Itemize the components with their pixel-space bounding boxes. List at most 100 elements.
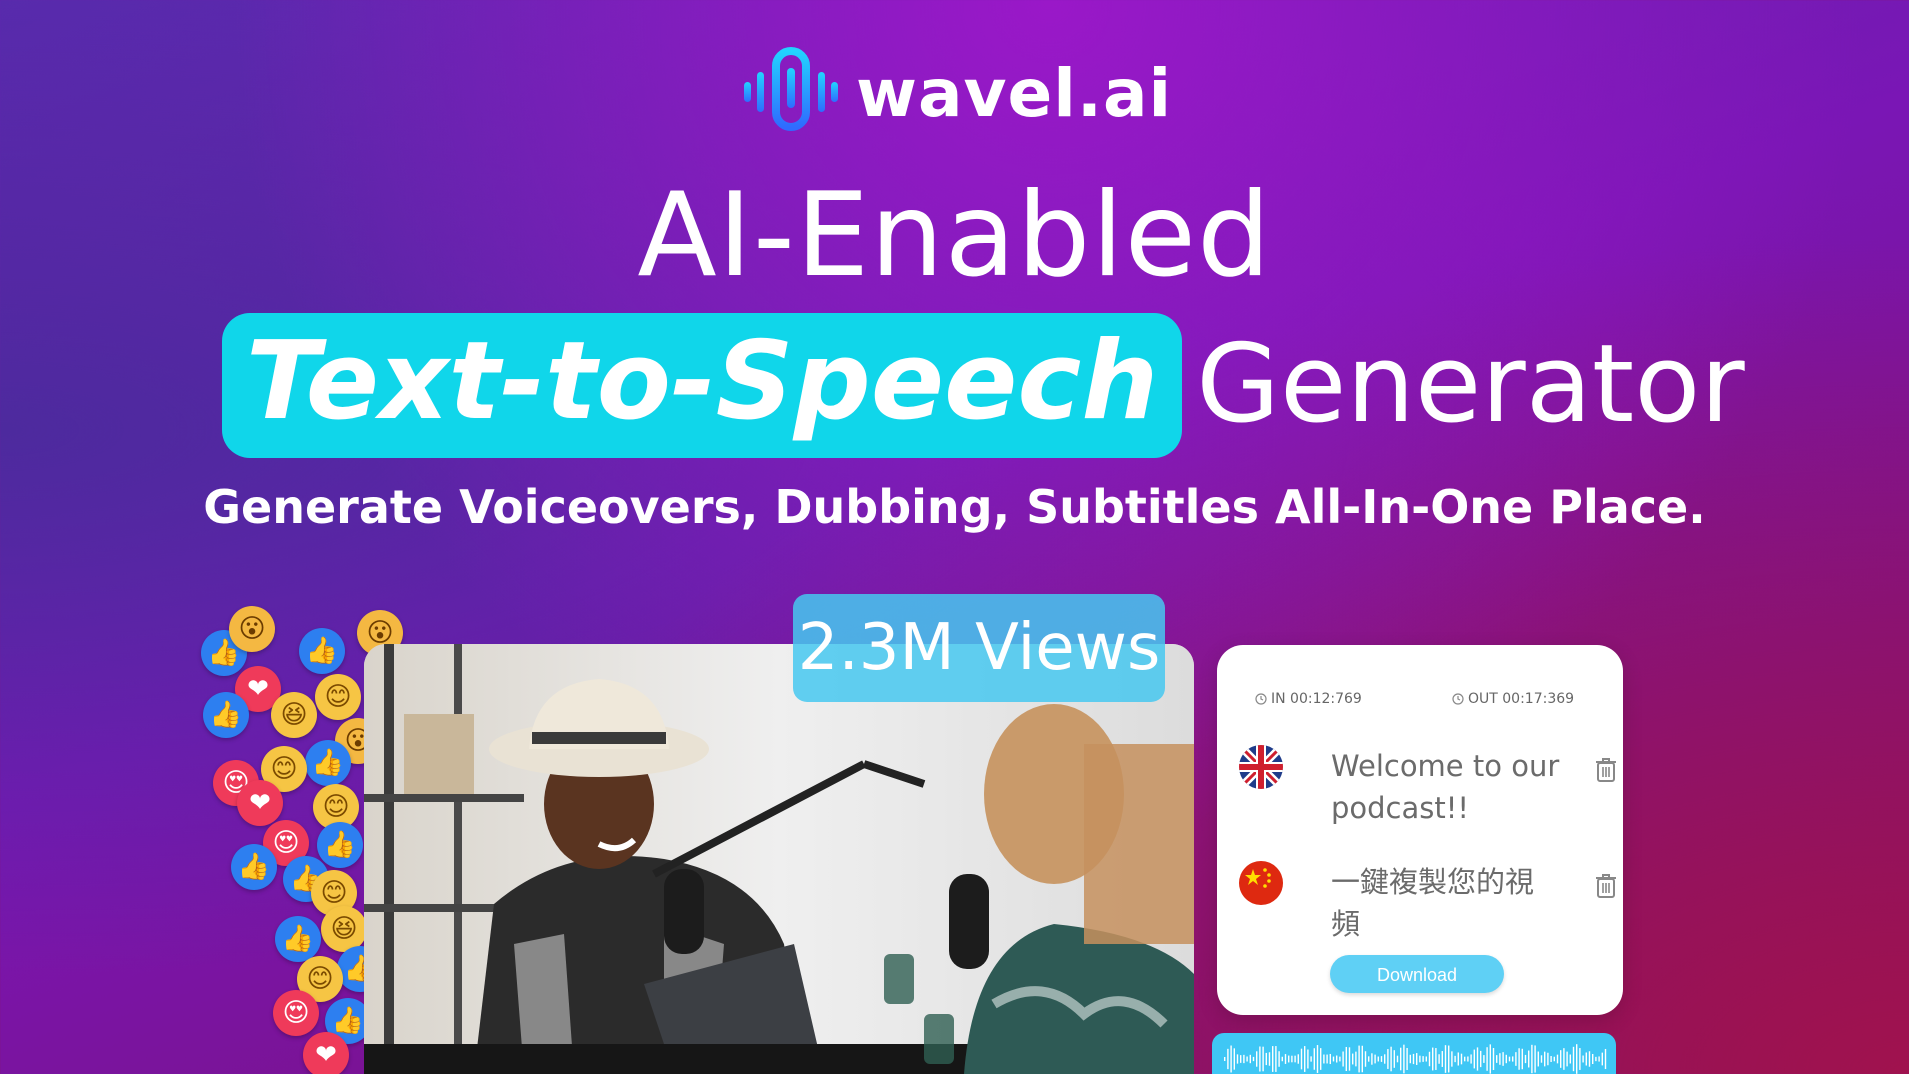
headline-generator: Generator [1196, 322, 1745, 447]
waveform-bar [1236, 1054, 1239, 1064]
waveform-bar [1582, 1055, 1584, 1063]
waveform-bar [1390, 1046, 1392, 1072]
like-reaction-icon: 👍 [305, 740, 351, 786]
waveform-bar [1393, 1050, 1395, 1068]
waveform-bar [1268, 1052, 1271, 1066]
uk-flag-icon [1239, 745, 1283, 789]
waveform-bar [1592, 1053, 1594, 1065]
waveform-bar [1368, 1056, 1370, 1062]
waveform-bar [1601, 1052, 1603, 1066]
waveform-bar [1467, 1056, 1469, 1062]
waveform-bar [1489, 1044, 1491, 1074]
translation-card: IN 00:12:769 OUT 00:17:369 Welcome to ou… [1217, 645, 1623, 1015]
in-timecode: IN 00:12:769 [1255, 691, 1362, 707]
waveform-bar [1284, 1054, 1287, 1064]
waveform-bar [1358, 1045, 1360, 1073]
waveform-bar [1371, 1053, 1373, 1065]
waveform-bar [1464, 1056, 1466, 1062]
headline-line-1: AI-Enabled [637, 168, 1272, 303]
download-button[interactable]: Download [1330, 955, 1504, 993]
waveform-bar [1243, 1054, 1245, 1064]
waveform-bar [1496, 1055, 1498, 1063]
waveform-bar [1528, 1050, 1530, 1068]
waveform-bar [1486, 1047, 1488, 1071]
waveform-bar [1304, 1046, 1306, 1072]
waveform-bar [1307, 1049, 1309, 1069]
podcast-scene-illustration [364, 644, 1194, 1074]
waveform-bar [1460, 1053, 1463, 1065]
waveform-bar [1377, 1056, 1379, 1062]
waveform-bar [1252, 1056, 1255, 1062]
waveform-bar [1556, 1054, 1559, 1064]
waveform-bar [1588, 1051, 1591, 1067]
waveform-bar [1508, 1056, 1511, 1062]
waveform-bar [1560, 1050, 1562, 1068]
waveform-bar [1387, 1049, 1389, 1069]
waveform-bar [1396, 1055, 1399, 1063]
heart-eyes-reaction-icon: 😍 [273, 990, 319, 1036]
waveform-bar [1345, 1046, 1347, 1072]
waveform-bar [1233, 1048, 1235, 1070]
waveform-bar [1435, 1048, 1437, 1070]
waveform-bar [1310, 1056, 1312, 1062]
like-reaction-icon: 👍 [275, 916, 321, 962]
waveform-bar [1515, 1052, 1517, 1066]
waveform-bars [1224, 1044, 1607, 1074]
waveform-bar [1348, 1047, 1351, 1071]
waveform-bar [1540, 1055, 1543, 1063]
waveform-bar [1483, 1055, 1485, 1063]
clock-icon [1452, 693, 1464, 705]
waveform-bar [1505, 1054, 1507, 1064]
waveform-bar [1470, 1054, 1472, 1064]
waveform-bar [1355, 1051, 1357, 1067]
waveform-bar [1585, 1052, 1587, 1066]
waveform-bar [1409, 1054, 1411, 1064]
source-text: Welcome to our podcast!! [1331, 749, 1560, 825]
waveform-bar [1502, 1052, 1504, 1066]
waveform-bar [1380, 1056, 1383, 1062]
like-reaction-icon: 👍 [203, 692, 249, 738]
like-reaction-icon: 👍 [231, 844, 277, 890]
waveform-bar [1419, 1055, 1421, 1063]
waveform-bar [1374, 1054, 1376, 1064]
headline-highlight: Text-to-Speech [222, 313, 1183, 458]
waveform-bar [1240, 1055, 1242, 1063]
waveform-bar [1425, 1056, 1427, 1062]
brand-logo: wavel.ai [740, 46, 1172, 142]
waveform-bar [1297, 1054, 1299, 1064]
waveform-bar [1339, 1056, 1341, 1062]
waveform-bar [1259, 1046, 1261, 1072]
waveform-bar [1457, 1052, 1459, 1066]
brand-name: wavel.ai [856, 55, 1173, 132]
waveform-bar [1563, 1048, 1565, 1070]
waveform-bar [1550, 1056, 1552, 1062]
waveform-bar [1576, 1044, 1578, 1074]
waveform-bar [1448, 1045, 1450, 1073]
soundwave-mic-icon [744, 47, 838, 142]
headline-line-2: Text-to-Speech Generator [222, 313, 1745, 458]
waveform-bar [1294, 1055, 1296, 1063]
waveform-bar [1476, 1047, 1479, 1071]
trash-icon[interactable] [1595, 873, 1617, 899]
waveform-bar [1473, 1049, 1475, 1069]
waveform-bar [1416, 1053, 1418, 1065]
waveform-bar [1595, 1056, 1597, 1062]
waveform-bar [1300, 1048, 1303, 1070]
waveform-bar [1352, 1053, 1354, 1065]
waveform-bar [1329, 1053, 1331, 1065]
waveform-bar [1265, 1052, 1267, 1066]
waveform-bar [1230, 1045, 1232, 1073]
waveform-bar [1313, 1048, 1315, 1070]
china-flag-icon [1239, 861, 1283, 905]
waveform-bar [1278, 1051, 1280, 1067]
waveform-bar [1291, 1055, 1293, 1063]
waveform-bar [1518, 1048, 1520, 1070]
waveform-bar [1521, 1048, 1523, 1070]
trash-icon[interactable] [1595, 757, 1617, 783]
love-reaction-icon: ❤ [303, 1032, 349, 1074]
out-timecode-label: OUT 00:17:369 [1468, 691, 1575, 707]
waveform-bar [1499, 1053, 1501, 1065]
waveform-bar [1227, 1048, 1229, 1070]
waveform-bar [1553, 1056, 1555, 1062]
waveform-bar [1342, 1051, 1344, 1067]
